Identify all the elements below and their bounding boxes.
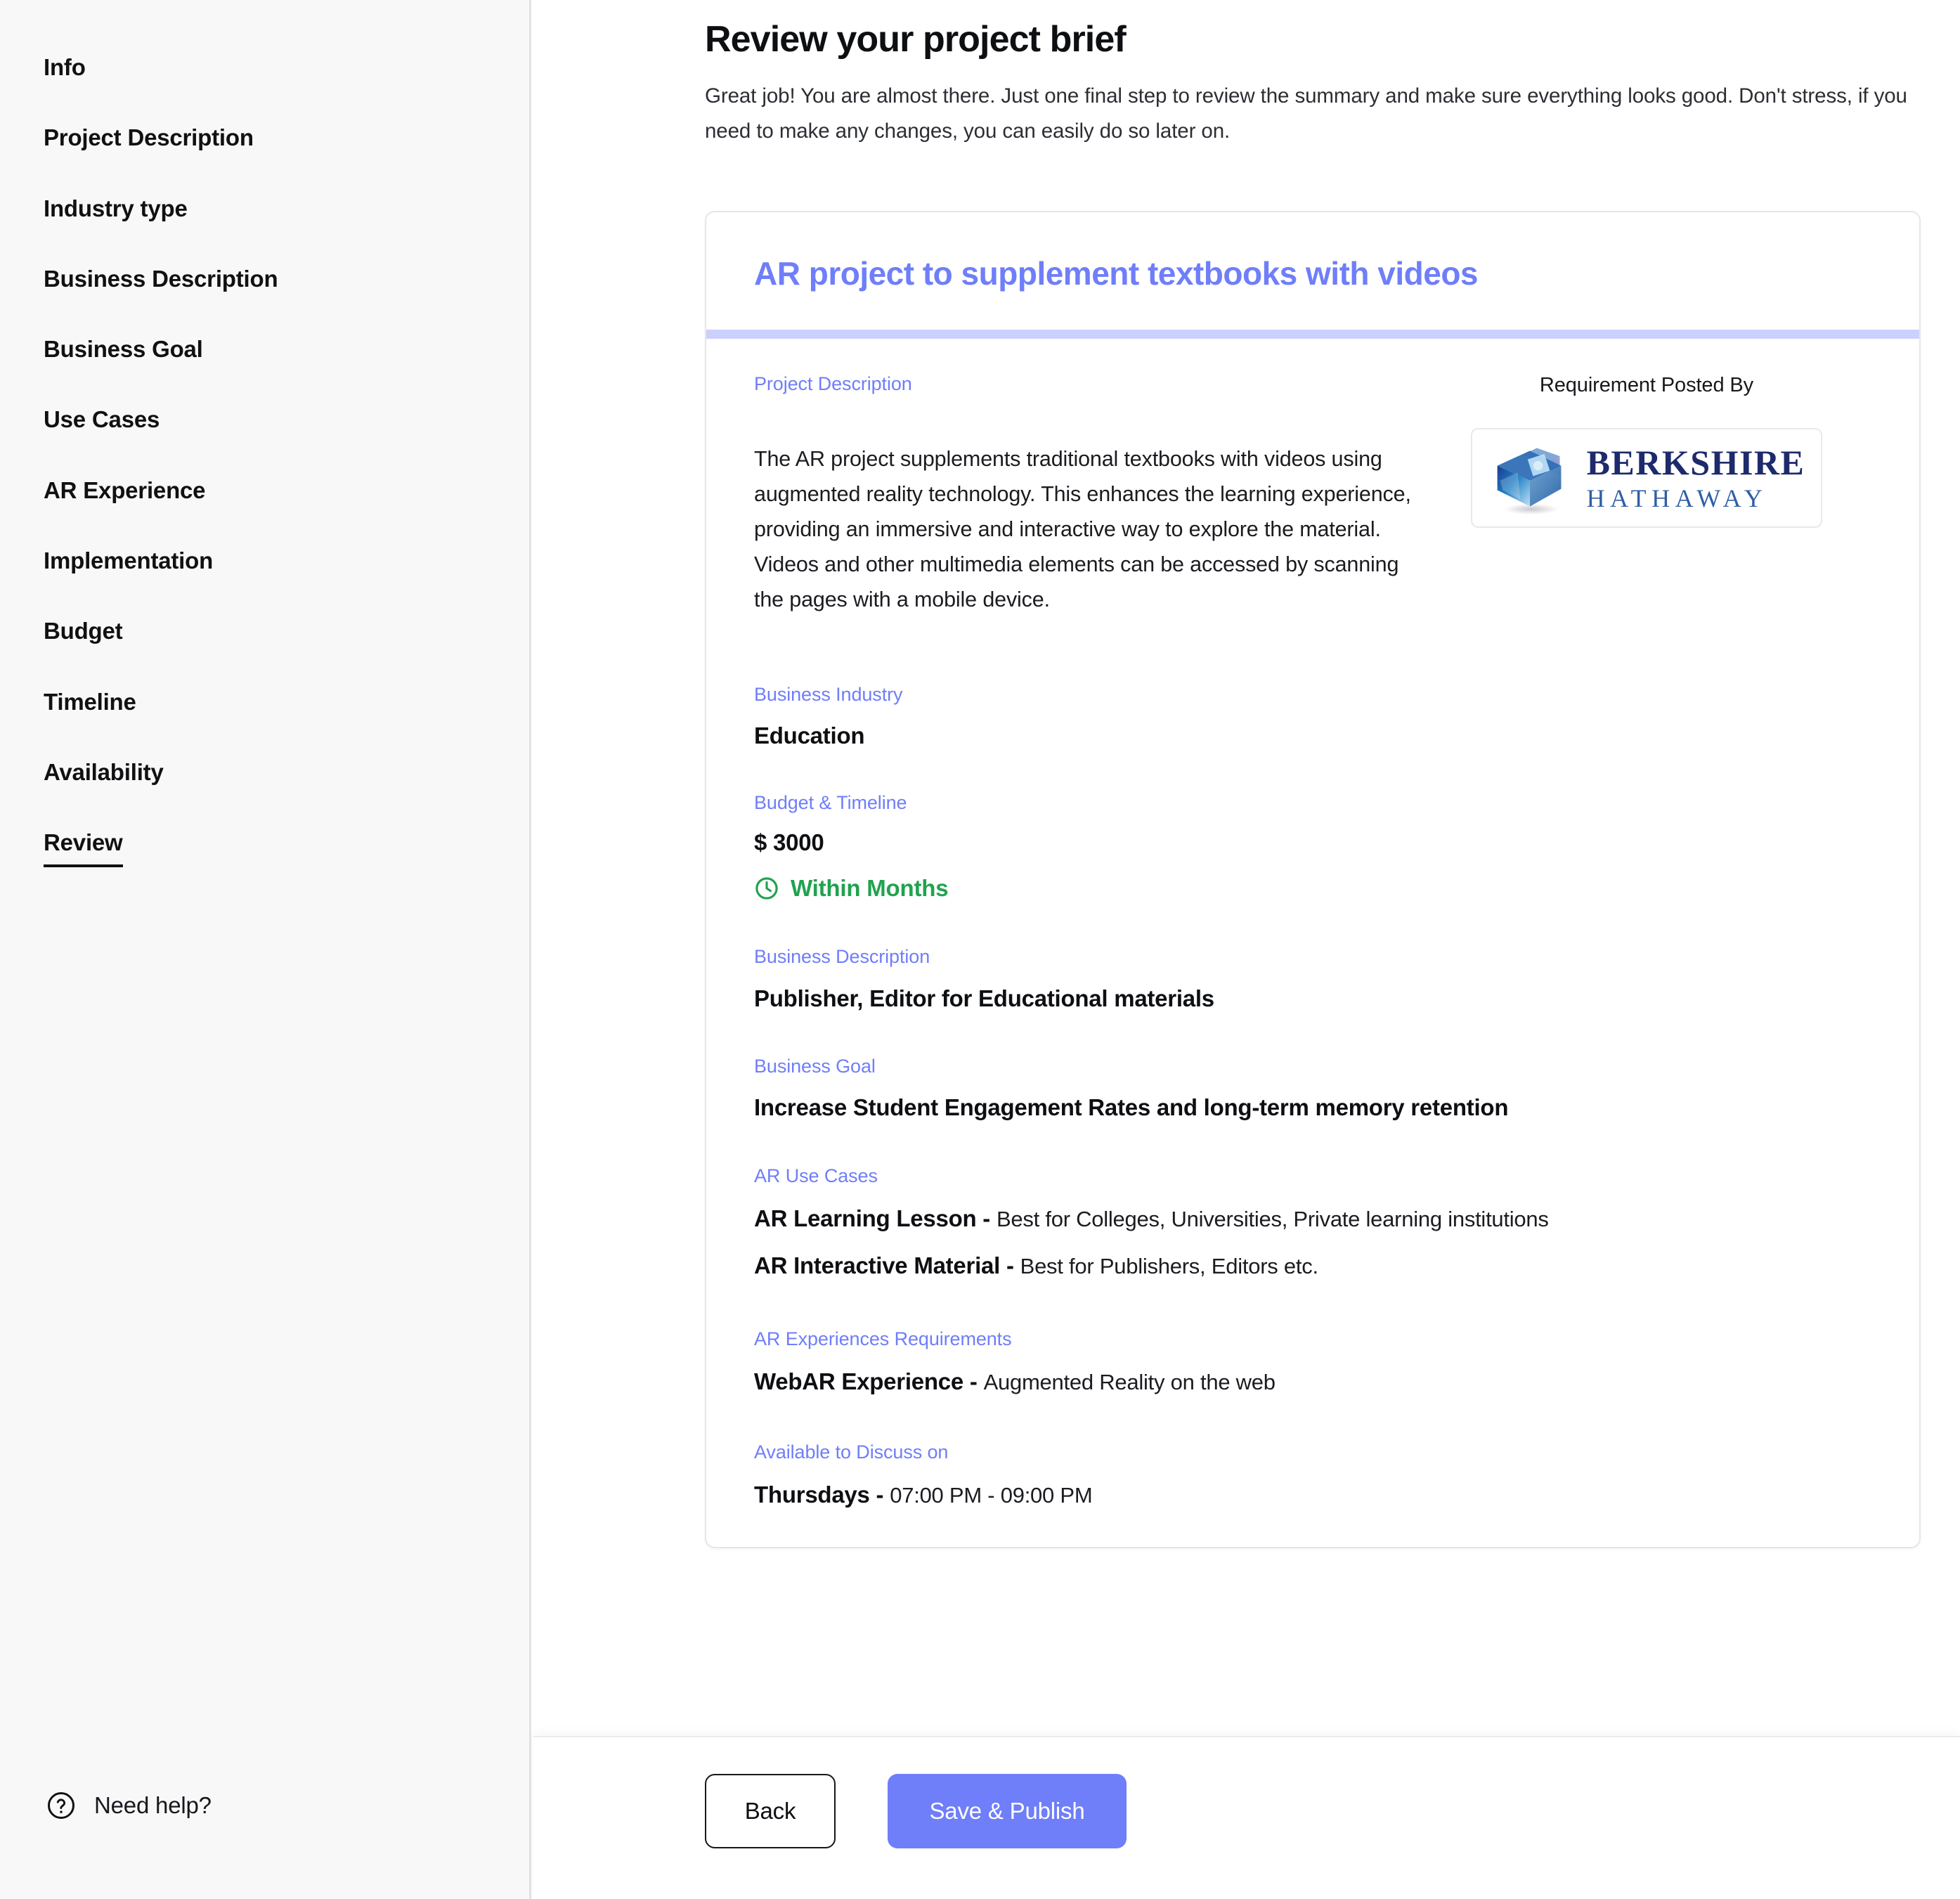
sidebar-item-info[interactable]: Info (44, 54, 86, 83)
budget-timeline-block: Budget & Timeline $ 3000 Within Months (754, 791, 1871, 902)
brief-top-row: Project Description The AR project suppl… (754, 339, 1871, 617)
availability-item: Thursdays - 07:00 PM - 09:00 PM (754, 1480, 1871, 1510)
business-industry-value: Education (754, 722, 865, 749)
ar-use-case-item: AR Learning Lesson - Best for Colleges, … (754, 1204, 1871, 1234)
sidebar-item-implementation[interactable]: Implementation (44, 547, 213, 576)
project-brief-card: AR project to supplement textbooks with … (705, 211, 1921, 1549)
logo-hathaway-text: HATHAWAY (1586, 484, 1768, 512)
brief-title: AR project to supplement textbooks with … (754, 255, 1479, 292)
page-title: Review your project brief (705, 19, 1127, 60)
sidebar-item-project-description[interactable]: Project Description (44, 125, 254, 153)
back-button[interactable]: Back (705, 1774, 836, 1848)
ar-use-case-desc: Best for Colleges, Universities, Private… (996, 1206, 1549, 1231)
question-circle-icon (48, 1792, 74, 1819)
ar-use-case-name: AR Learning Lesson - (754, 1205, 991, 1231)
sidebar-item-business-goal[interactable]: Business Goal (44, 336, 203, 365)
clock-icon (755, 877, 778, 900)
timeline-value: Within Months (791, 875, 949, 902)
requirement-posted-by-label: Requirement Posted By (1539, 373, 1754, 396)
brief-body: Project Description The AR project suppl… (706, 339, 1919, 1511)
company-logo-wordmark: BERKSHIRE HATHAWAY (1587, 445, 1805, 511)
business-goal-block: Business Goal Increase Student Engagemen… (754, 1055, 1871, 1122)
ar-experiences-label: AR Experiences Requirements (754, 1328, 1012, 1349)
sidebar-item-ar-experience[interactable]: AR Experience (44, 477, 206, 506)
sidebar-item-review[interactable]: Review (44, 830, 123, 867)
timeline-row: Within Months (754, 875, 1871, 902)
project-description-text: The AR project supplements traditional t… (754, 446, 1411, 611)
sidebar-item-use-cases[interactable]: Use Cases (44, 407, 160, 435)
sidebar-nav: Info Project Description Industry type B… (44, 54, 493, 909)
logo-berkshire-text: BERKSHIRE (1586, 442, 1805, 482)
save-publish-button[interactable]: Save & Publish (888, 1774, 1127, 1848)
business-industry-block: Business Industry Education (754, 683, 1871, 751)
ar-use-case-item: AR Interactive Material - Best for Publi… (754, 1251, 1871, 1281)
main-content: Review your project brief Great job! You… (533, 0, 1960, 1899)
project-brief-review-page: Info Project Description Industry type B… (0, 0, 1960, 1899)
company-logo: BERKSHIRE HATHAWAY (1471, 427, 1822, 528)
ar-experience-item: WebAR Experience - Augmented Reality on … (754, 1367, 1871, 1397)
availability-block: Available to Discuss on Thursdays - 07:0… (754, 1441, 1871, 1510)
business-industry-label: Business Industry (754, 683, 903, 705)
ar-use-cases-block: AR Use Cases AR Learning Lesson - Best f… (754, 1165, 1871, 1281)
brief-divider (706, 329, 1919, 339)
project-description-block: Project Description The AR project suppl… (754, 372, 1422, 617)
availability-label: Available to Discuss on (754, 1441, 949, 1463)
business-goal-value: Increase Student Engagement Rates and lo… (754, 1094, 1509, 1121)
project-description-label: Project Description (754, 372, 912, 394)
ar-experiences-block: AR Experiences Requirements WebAR Experi… (754, 1328, 1871, 1397)
page-subtitle: Great job! You are almost there. Just on… (705, 84, 1907, 143)
sidebar-item-business-description[interactable]: Business Description (44, 266, 278, 294)
business-description-block: Business Description Publisher, Editor f… (754, 945, 1871, 1013)
requirement-posted-by-block: Requirement Posted By BERKSHIRE HATHAWAY (1422, 372, 1871, 528)
budget-timeline-label: Budget & Timeline (754, 791, 907, 813)
need-help-label: Need help? (94, 1792, 212, 1818)
availability-time: 07:00 PM - 09:00 PM (890, 1483, 1093, 1508)
sidebar: Info Project Description Industry type B… (0, 0, 531, 1899)
sidebar-item-availability[interactable]: Availability (44, 759, 164, 788)
ar-use-cases-label: AR Use Cases (754, 1165, 878, 1186)
ar-experience-desc: Augmented Reality on the web (983, 1370, 1276, 1395)
berkshire-hathaway-cube-logo (1497, 448, 1561, 514)
business-description-label: Business Description (754, 946, 930, 968)
budget-value: $ 3000 (754, 829, 824, 856)
business-description-value: Publisher, Editor for Educational materi… (754, 985, 1214, 1011)
footer-actions: Back Save & Publish (705, 1774, 1127, 1848)
ar-use-case-name: AR Interactive Material - (754, 1252, 1014, 1278)
sidebar-item-budget[interactable]: Budget (44, 618, 123, 647)
availability-day: Thursdays - (754, 1482, 884, 1508)
ar-use-case-desc: Best for Publishers, Editors etc. (1020, 1253, 1318, 1278)
need-help-button[interactable]: Need help? (46, 1791, 212, 1820)
footer-bar: Back Save & Publish (533, 1736, 1960, 1899)
sidebar-item-industry-type[interactable]: Industry type (44, 195, 188, 224)
ar-experience-name: WebAR Experience - (754, 1368, 978, 1395)
sidebar-item-timeline[interactable]: Timeline (44, 689, 136, 718)
business-goal-label: Business Goal (754, 1055, 876, 1077)
